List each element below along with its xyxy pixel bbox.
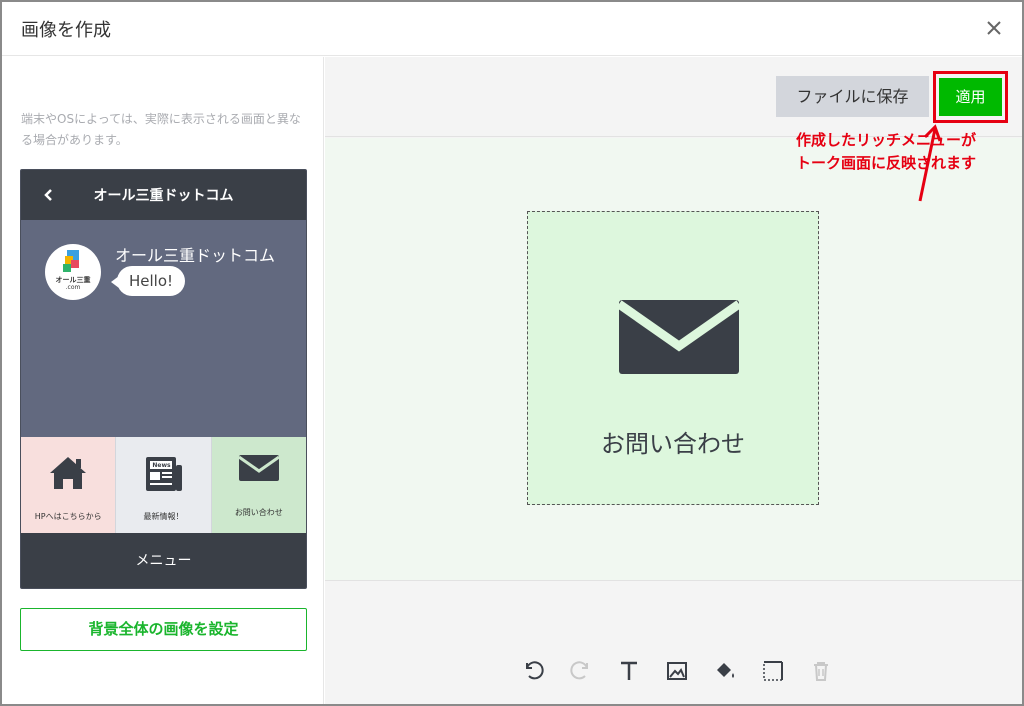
rich-menu-item-news[interactable]: News 最新情報！ (116, 437, 212, 533)
phone-header-title: オール三重ドットコム (93, 188, 234, 204)
editor-tools (515, 655, 851, 689)
annotation-line: 作成したリッチメニューが (796, 131, 977, 149)
rich-menu-label: お問い合わせ (234, 508, 283, 517)
rich-menu-item-home[interactable]: HPへはこちらから (21, 437, 117, 533)
home-icon (48, 455, 88, 495)
avatar-sublabel: .com (65, 284, 81, 291)
rich-menu-item-contact[interactable]: お問い合わせ (211, 437, 306, 533)
tile-label: お問い合わせ (601, 430, 745, 458)
trash-icon[interactable] (803, 655, 839, 687)
set-background-button[interactable]: 背景全体の画像を設定 (20, 608, 307, 651)
rich-menu: HPへはこちらから News 最新情報！ お問い合わせ (21, 437, 306, 533)
preview-panel: 端末やOSによっては、実際に表示される画面と異なる場合があります。 オール三重ド… (2, 57, 324, 704)
rich-menu-label: HPへはこちらから (34, 512, 102, 521)
border-icon[interactable] (755, 655, 791, 687)
dialog-title: 画像を作成 (21, 20, 111, 41)
apply-highlight-box (933, 71, 1008, 123)
newspaper-text: News (152, 462, 171, 469)
save-to-file-button[interactable]: ファイルに保存 (776, 76, 929, 117)
phone-header: オール三重ドットコム (21, 170, 306, 220)
chat-bubble: Hello! (110, 266, 186, 296)
annotation-text: 作成したリッチメニューが トーク画面に反映されます (796, 129, 976, 175)
annotation-line: トーク画面に反映されます (796, 154, 977, 172)
create-image-dialog: 画像を作成 端末やOSによっては、実際に表示される画面と異なる場合があります。 … (2, 2, 1022, 704)
menu-tile[interactable]: お問い合わせ (527, 211, 819, 505)
envelope-icon (237, 455, 280, 487)
rich-menu-label: 最新情報！ (143, 512, 184, 521)
phone-preview: オール三重ドットコム オール三重 .com オール三重ドットコム Hello! (20, 169, 307, 589)
fill-icon[interactable] (707, 655, 743, 687)
account-avatar: オール三重 .com (45, 244, 101, 300)
text-icon[interactable] (611, 655, 647, 687)
envelope-icon (616, 300, 742, 380)
redo-icon[interactable] (563, 655, 599, 687)
editor-panel: ファイルに保存 適用 お問い合わせ 作成したリッチメニューが トーク画面に反映さ… (325, 57, 1022, 704)
device-note: 端末やOSによっては、実際に表示される画面と異なる場合があります。 (21, 112, 301, 147)
newspaper-icon: News (142, 455, 184, 499)
phone-menu-bar[interactable]: メニュー (21, 533, 306, 588)
close-icon[interactable] (980, 14, 1008, 42)
editor-canvas[interactable]: お問い合わせ (325, 138, 1022, 581)
undo-icon[interactable] (515, 655, 551, 687)
image-icon[interactable] (659, 655, 695, 687)
account-name: オール三重ドットコム (115, 246, 276, 265)
dialog-header: 画像を作成 (2, 2, 1022, 56)
